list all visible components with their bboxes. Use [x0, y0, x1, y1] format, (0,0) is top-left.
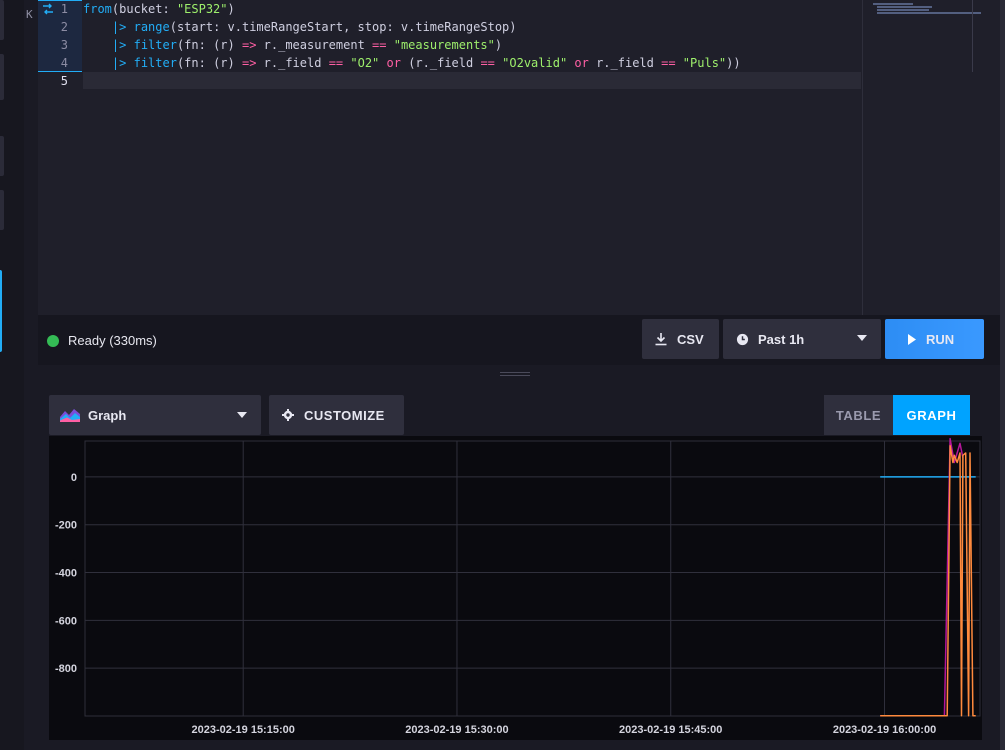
gear-icon — [282, 409, 294, 421]
line-number: 2 — [60, 20, 68, 34]
rail-bar — [0, 190, 4, 230]
left-rail — [0, 0, 24, 750]
x-tick-label: 2023-02-19 15:30:00 — [405, 724, 508, 736]
graph-toggle[interactable]: GRAPH — [893, 395, 970, 435]
series-line-1 — [880, 437, 964, 717]
status-indicator-dot — [47, 335, 59, 347]
visualization-type-label: Graph — [88, 407, 127, 423]
code-line[interactable]: |> filter(fn: (r) => r._measurement == "… — [83, 36, 502, 54]
rail-active-indicator — [0, 270, 2, 352]
code-line[interactable]: |> range(start: v.timeRangeStart, stop: … — [83, 18, 517, 36]
right-scrollbar[interactable] — [1000, 0, 1005, 750]
series-line-2 — [880, 445, 976, 717]
chevron-down-icon — [237, 412, 247, 418]
play-icon — [908, 333, 916, 345]
y-tick-label: -200 — [55, 520, 77, 532]
run-button[interactable]: RUN — [885, 319, 984, 359]
y-tick-label: -800 — [55, 663, 77, 675]
plot-border — [84, 440, 981, 717]
graph-panel[interactable]: 0 -200 -400 -600 -800 2023-02-19 15:15:00 2023… — [49, 436, 982, 740]
customize-button[interactable]: CUSTOMIZE — [269, 395, 404, 435]
status-text: Ready (330ms) — [68, 333, 157, 348]
line-number: 3 — [60, 38, 68, 52]
clock-icon — [736, 333, 749, 345]
status-bar: Ready (330ms) CSV Past 1h RUN — [38, 315, 1000, 365]
y-tick-label: -600 — [55, 615, 77, 627]
line-number: 5 — [60, 74, 68, 88]
run-label: RUN — [926, 331, 955, 347]
x-tick-label: 2023-02-19 16:00:00 — [833, 724, 936, 736]
query-editor[interactable]: 1 2 3 4 5 from(bucket: "ESP32") |> range(sta… — [38, 0, 862, 315]
time-range-dropdown[interactable]: Past 1h — [723, 319, 881, 359]
x-tick-label: 2023-02-19 15:15:00 — [192, 724, 295, 736]
code-line[interactable]: from(bucket: "ESP32") — [83, 0, 235, 18]
y-tick-label: -400 — [55, 568, 77, 580]
rail-bar — [0, 136, 4, 176]
resize-handle[interactable] — [500, 372, 530, 376]
chevron-down-icon — [857, 335, 867, 341]
rail-bar — [0, 54, 4, 100]
line-chart[interactable]: 0 -200 -400 -600 -800 2023-02-19 15:15:00 2023… — [49, 436, 982, 740]
visualization-area: Graph CUSTOMIZE TABLE GRAPH 0 -200 -400 -60… — [38, 383, 1000, 750]
line-number: 4 — [60, 56, 68, 70]
time-range-label: Past 1h — [758, 331, 805, 347]
rail-bar — [0, 0, 4, 40]
graph-icon — [60, 409, 80, 422]
code-line[interactable]: |> filter(fn: (r) => r._field == "O2" or… — [83, 54, 741, 72]
csv-download-button[interactable]: CSV — [642, 319, 719, 359]
rail-letter: K — [26, 8, 33, 21]
download-icon — [655, 333, 667, 346]
current-line-highlight — [83, 72, 861, 89]
x-tick-label: 2023-02-19 15:45:00 — [619, 724, 722, 736]
customize-label: CUSTOMIZE — [304, 407, 385, 423]
visualization-type-dropdown[interactable]: Graph — [49, 395, 261, 435]
minimap[interactable] — [862, 0, 1000, 315]
csv-label: CSV — [677, 331, 704, 347]
table-toggle[interactable]: TABLE — [824, 395, 893, 435]
y-tick-label: 0 — [71, 472, 77, 484]
line-number: 1 — [60, 2, 68, 16]
